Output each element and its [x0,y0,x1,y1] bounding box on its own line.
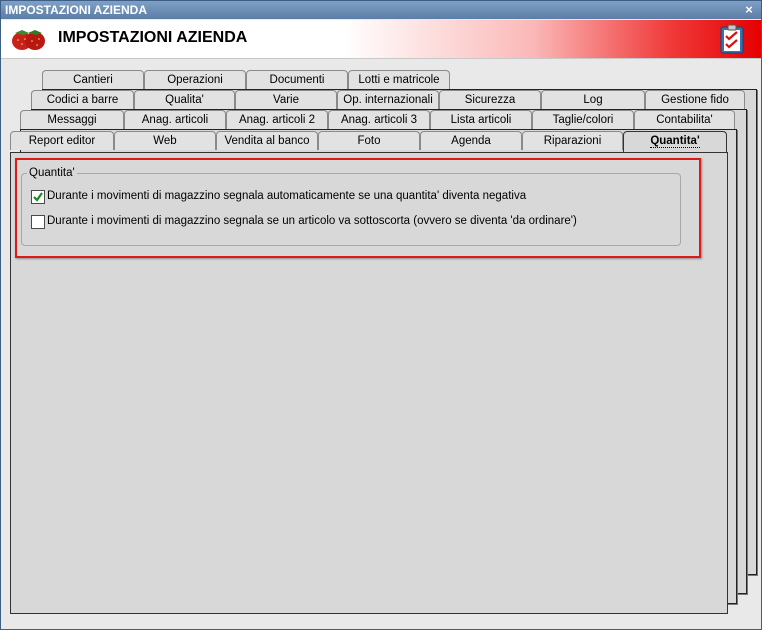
tab-agenda[interactable]: Agenda [420,131,522,150]
tab-operazioni[interactable]: Operazioni [144,70,246,89]
tab-documenti[interactable]: Documenti [246,70,348,89]
header-banner: IMPOSTAZIONI AZIENDA [1,20,761,59]
header-title: IMPOSTAZIONI AZIENDA [58,29,248,46]
tab-varie[interactable]: Varie [235,90,337,109]
tab-sicurezza[interactable]: Sicurezza [439,90,541,109]
settings-window: IMPOSTAZIONI AZIENDA × IMPOSTAZIONI AZIE… [0,0,762,630]
tab-quantita-label: Quantita' [650,135,700,148]
tab-lotti-e-matricole[interactable]: Lotti e matricole [348,70,450,89]
tab-foto[interactable]: Foto [318,131,420,150]
window-title: IMPOSTAZIONI AZIENDA [5,3,147,17]
tab-log[interactable]: Log [541,90,645,109]
tab-anag-articoli-3[interactable]: Anag. articoli 3 [328,110,430,129]
tab-messaggi[interactable]: Messaggi [20,110,124,129]
below-stock-checkbox[interactable] [31,215,45,229]
tab-anag-articoli[interactable]: Anag. articoli [124,110,226,129]
strawberry-icon [12,30,45,50]
tab-contabilita[interactable]: Contabilita' [634,110,735,129]
clipboard-checklist-icon[interactable] [719,24,745,54]
tab-op-internazionali[interactable]: Op. internazionali [337,90,439,109]
negative-quantity-checkbox[interactable] [31,190,45,204]
tab-gestione-fido[interactable]: Gestione fido [645,90,745,109]
below-stock-label: Durante i movimenti di magazzino segnala… [47,215,577,227]
tab-qualita[interactable]: Qualita' [134,90,235,109]
tab-quantita[interactable]: Quantita' [623,131,727,152]
tab-anag-articoli-2[interactable]: Anag. articoli 2 [226,110,328,129]
title-bar[interactable]: IMPOSTAZIONI AZIENDA × [1,1,761,19]
tab-web[interactable]: Web [114,131,216,150]
groupbox-title: Quantita' [27,167,77,179]
tab-riparazioni[interactable]: Riparazioni [522,131,623,150]
quantita-groupbox [21,173,681,246]
tab-cantieri[interactable]: Cantieri [42,70,144,89]
tab-report-editor[interactable]: Report editor [10,131,114,150]
tab-vendita-al-banco[interactable]: Vendita al banco [216,131,318,150]
close-icon[interactable]: × [743,1,755,19]
tab-codici-a-barre[interactable]: Codici a barre [31,90,134,109]
tab-taglie-colori[interactable]: Taglie/colori [532,110,634,129]
checkmark-icon [33,192,43,202]
tab-lista-articoli[interactable]: Lista articoli [430,110,532,129]
negative-quantity-label: Durante i movimenti di magazzino segnala… [47,190,527,202]
